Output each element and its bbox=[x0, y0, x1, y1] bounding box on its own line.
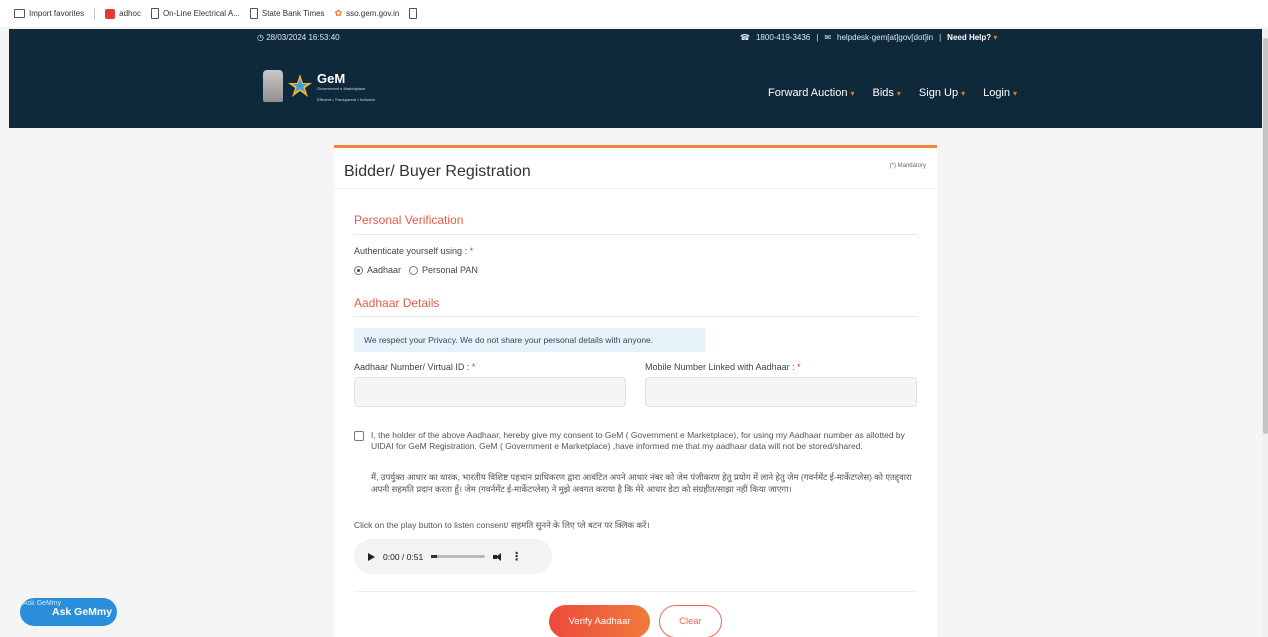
divider bbox=[334, 188, 937, 189]
chevron-down-icon: ▾ bbox=[850, 88, 855, 98]
helpdesk-email[interactable]: helpdesk-gem[at]gov[dot]in bbox=[837, 33, 933, 42]
chatbot-image-alt: Ask GeMmy bbox=[23, 600, 62, 607]
consent-text-hindi: मैं, उपर्युक्त आधार का धारक, भारतीय विशि… bbox=[371, 472, 912, 494]
bookmark-blank[interactable] bbox=[409, 8, 418, 19]
more-options-icon[interactable]: ⋮ bbox=[511, 550, 522, 563]
divider bbox=[354, 591, 917, 592]
gem-star-icon bbox=[288, 74, 312, 97]
audio-progress-slider[interactable] bbox=[431, 555, 486, 558]
aadhaar-number-label: Aadhaar Number/ Virtual ID : * bbox=[354, 362, 476, 372]
site-header: ◷ 28/03/2024 16:53:40 ☎ 1800-419-3436 | … bbox=[9, 29, 1263, 128]
registration-card: Bidder/ Buyer Registration (*) Mandatory… bbox=[334, 145, 937, 637]
gem-logo[interactable]: GeM Government e Marketplace Efficient •… bbox=[263, 70, 375, 102]
page-title: Bidder/ Buyer Registration bbox=[344, 163, 531, 180]
folder-icon bbox=[14, 9, 25, 18]
divider bbox=[354, 234, 917, 235]
bookmark-sso-gem[interactable]: ✿ sso.gem.gov.in bbox=[335, 8, 400, 19]
clear-button[interactable]: Clear bbox=[659, 605, 722, 637]
bookmark-online-electrical[interactable]: On-Line Electrical A... bbox=[150, 8, 240, 19]
contact-separator: | bbox=[816, 33, 819, 42]
verify-aadhaar-button[interactable]: Verify Aadhaar bbox=[549, 605, 650, 637]
radio-aadhaar[interactable] bbox=[354, 265, 363, 275]
nav-login[interactable]: Login ▾ bbox=[983, 87, 1017, 99]
aadhaar-number-input[interactable] bbox=[354, 377, 626, 407]
mandatory-note: (*) Mandatory bbox=[889, 163, 926, 169]
bookmark-state-bank-times[interactable]: State Bank Times bbox=[249, 8, 325, 19]
adhoc-icon bbox=[105, 8, 116, 19]
bookmark-import-favorites[interactable]: Import favorites bbox=[14, 9, 84, 18]
gem-favicon-icon: ✿ bbox=[334, 8, 343, 18]
chevron-down-icon: ▾ bbox=[896, 88, 901, 98]
listen-instruction: Click on the play button to listen conse… bbox=[354, 520, 650, 530]
auth-method-group: Aadhaar Personal PAN bbox=[354, 265, 478, 275]
radio-personal-pan[interactable] bbox=[409, 265, 419, 275]
clock-icon: ◷ bbox=[257, 33, 264, 42]
consent-audio-player: 0:00 / 0:51 ⋮ bbox=[354, 539, 552, 574]
chevron-down-icon: ▾ bbox=[961, 88, 966, 98]
ask-gemmy-button[interactable]: Ask GeMmy Ask GeMmy bbox=[20, 598, 117, 626]
nav-forward-auction[interactable]: Forward Auction ▾ bbox=[768, 87, 855, 99]
chevron-down-icon: ▾ bbox=[1013, 88, 1018, 98]
nav-bids[interactable]: Bids ▾ bbox=[873, 87, 901, 99]
need-help-link[interactable]: Need Help? ▾ bbox=[947, 33, 997, 42]
logo-text: GeM Government e Marketplace Efficient •… bbox=[317, 70, 376, 102]
contact-bar: ☎ 1800-419-3436 | ✉ helpdesk-gem[at]gov[… bbox=[740, 33, 997, 42]
mobile-number-label: Mobile Number Linked with Aadhaar : * bbox=[645, 362, 801, 372]
page-icon bbox=[249, 8, 258, 19]
privacy-notice: We respect your Privacy. We do not share… bbox=[354, 328, 705, 352]
scrollbar-thumb[interactable] bbox=[1263, 38, 1268, 434]
helpline-number[interactable]: 1800-419-3436 bbox=[756, 33, 810, 42]
phone-icon: ☎ bbox=[740, 33, 750, 42]
audio-time: 0:00 / 0:51 bbox=[383, 551, 424, 562]
radio-pan-label[interactable]: Personal PAN bbox=[422, 265, 478, 275]
consent-checkbox[interactable] bbox=[354, 431, 364, 441]
divider bbox=[354, 316, 917, 317]
main-nav: Forward Auction ▾ Bids ▾ Sign Up ▾ Login ▾ bbox=[768, 87, 1017, 99]
radio-aadhaar-label[interactable]: Aadhaar bbox=[367, 265, 401, 275]
auth-label: Authenticate yourself using : * bbox=[354, 246, 474, 256]
chevron-down-icon: ▾ bbox=[993, 33, 998, 42]
mail-icon: ✉ bbox=[824, 33, 832, 42]
nav-sign-up[interactable]: Sign Up ▾ bbox=[919, 87, 965, 99]
contact-separator: | bbox=[939, 33, 942, 42]
bookmark-adhoc[interactable]: adhoc bbox=[105, 8, 141, 19]
current-datetime: ◷ 28/03/2024 16:53:40 bbox=[257, 33, 340, 42]
page-icon bbox=[409, 8, 418, 19]
bookmarks-bar: Import favorites adhoc On-Line Electrica… bbox=[0, 0, 1268, 27]
aadhaar-details-heading: Aadhaar Details bbox=[354, 296, 440, 310]
page-icon bbox=[150, 8, 159, 19]
consent-text-english: I, the holder of the above Aadhaar, here… bbox=[371, 430, 905, 451]
play-icon[interactable] bbox=[368, 552, 375, 561]
mobile-number-input[interactable] bbox=[645, 377, 917, 407]
national-emblem-icon bbox=[263, 70, 283, 102]
volume-icon[interactable] bbox=[493, 552, 503, 561]
personal-verification-heading: Personal Verification bbox=[354, 213, 464, 227]
bookmark-divider bbox=[94, 7, 96, 20]
